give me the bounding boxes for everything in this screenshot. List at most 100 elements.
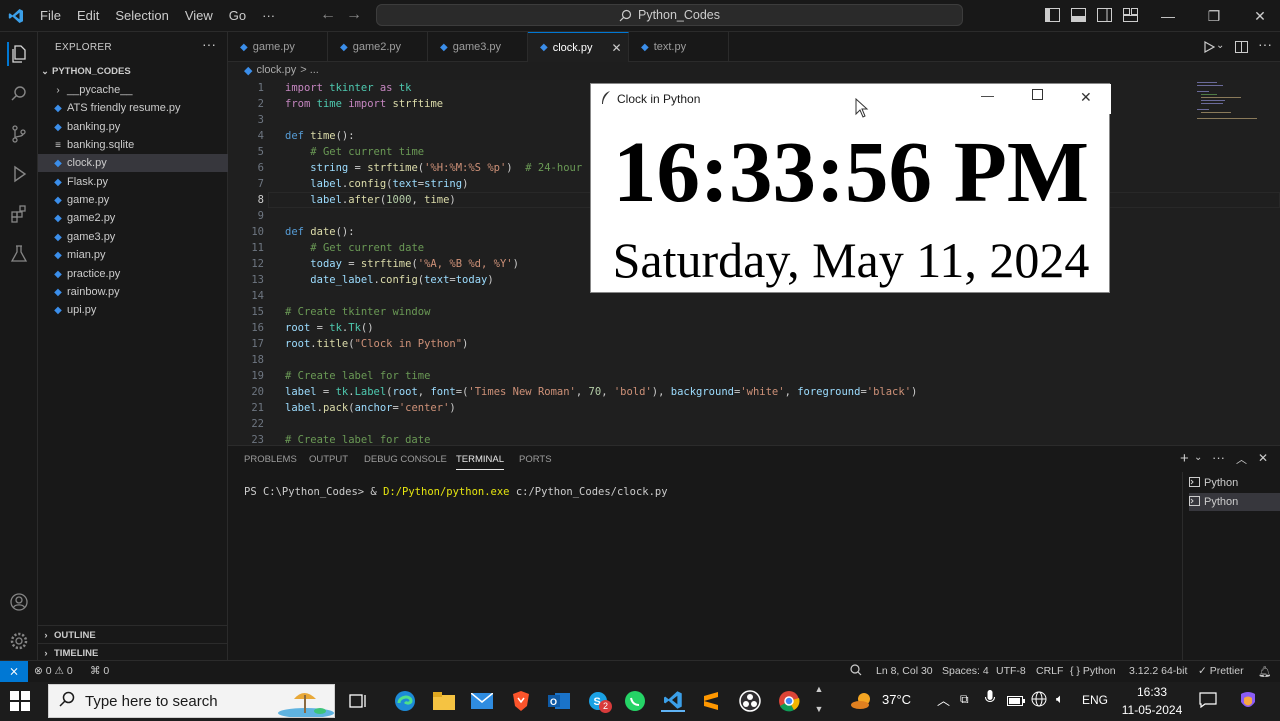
- testing-flask-icon[interactable]: [7, 242, 31, 266]
- menu-selection[interactable]: Selection: [107, 0, 176, 32]
- forward-arrow-icon[interactable]: →: [346, 6, 362, 24]
- line-ending[interactable]: CRLF: [1036, 665, 1063, 677]
- menu-view[interactable]: View: [177, 0, 221, 32]
- notifications-bell-icon[interactable]: 🔔︎: [1258, 665, 1271, 678]
- tab-clock-py[interactable]: ◆ clock.py ✕: [528, 32, 629, 62]
- list-item[interactable]: ◆ ATS friendly resume.py: [38, 99, 228, 117]
- list-item[interactable]: ◆ practice.py: [38, 265, 228, 283]
- copilot-icon[interactable]: [1237, 690, 1259, 717]
- chevron-up-icon[interactable]: ︿: [937, 690, 950, 709]
- clock-time[interactable]: 16:33: [1120, 685, 1184, 699]
- cursor-position[interactable]: Ln 8, Col 30: [876, 665, 933, 677]
- chevron-down-icon[interactable]: ⌄: [1194, 452, 1202, 463]
- folder-python-codes[interactable]: ⌄ PYTHON_CODES: [38, 62, 228, 81]
- tk-title-bar[interactable]: Clock in Python — ✕: [591, 84, 1111, 114]
- task-view-icon[interactable]: [347, 690, 371, 712]
- tk-clock-window[interactable]: Clock in Python — ✕ 16:33:56 PM Saturday…: [590, 83, 1111, 293]
- taskbar-search-box[interactable]: Type here to search: [48, 684, 335, 718]
- terminal-instance[interactable]: Python: [1189, 474, 1280, 492]
- terminal-output[interactable]: PS C:\Python_Codes> & D:/Python/python.e…: [244, 486, 668, 498]
- list-item[interactable]: ◆ upi.py: [38, 301, 228, 319]
- volume-icon[interactable]: 🔈︎: [1056, 691, 1064, 707]
- more-actions-icon[interactable]: ···: [202, 36, 216, 52]
- maximize-icon[interactable]: [1032, 89, 1043, 103]
- close-tab-icon[interactable]: ✕: [611, 41, 621, 55]
- toggle-panel-icon[interactable]: [1071, 8, 1086, 27]
- sublime-icon[interactable]: [699, 690, 723, 712]
- brave-browser-icon[interactable]: [509, 690, 533, 712]
- indentation[interactable]: Spaces: 4: [942, 665, 989, 677]
- run-file-icon[interactable]: [1203, 40, 1216, 58]
- back-arrow-icon[interactable]: ←: [320, 6, 336, 24]
- account-icon[interactable]: [7, 590, 31, 614]
- meet-now-icon[interactable]: ⧉: [960, 692, 969, 707]
- vscode-taskbar-icon[interactable]: [661, 690, 685, 712]
- tab-problems[interactable]: PROBLEMS: [244, 454, 297, 465]
- taskbar-scroll[interactable]: ▲ ▼: [812, 684, 826, 718]
- list-item[interactable]: › __pycache__: [38, 81, 228, 99]
- outline-section[interactable]: › OUTLINE: [38, 625, 228, 644]
- encoding[interactable]: UTF-8: [996, 665, 1026, 677]
- explorer-icon[interactable]: [7, 42, 31, 66]
- list-item-active[interactable]: ◆ clock.py: [38, 154, 228, 172]
- minimize-icon[interactable]: —: [981, 88, 994, 103]
- obs-studio-icon[interactable]: [738, 690, 762, 712]
- weather-temp[interactable]: 37°C: [882, 692, 911, 707]
- chrome-icon[interactable]: [777, 690, 801, 712]
- maximize-panel-icon[interactable]: ︿: [1236, 451, 1247, 467]
- tab-ports[interactable]: PORTS: [519, 454, 552, 465]
- problems-status[interactable]: ⊗ 0 ⚠ 0: [34, 665, 73, 677]
- breadcrumb[interactable]: ◆ clock.py > ...: [244, 64, 319, 77]
- list-item[interactable]: ◆ game.py: [38, 191, 228, 209]
- file-explorer-icon[interactable]: [432, 690, 456, 712]
- list-item[interactable]: ◆ rainbow.py: [38, 283, 228, 301]
- list-item[interactable]: ≡ banking.sqlite: [38, 136, 228, 154]
- minimize-icon[interactable]: —: [1145, 0, 1191, 32]
- menu-go[interactable]: Go: [221, 0, 254, 32]
- list-item[interactable]: ◆ banking.py: [38, 118, 228, 136]
- menu-edit[interactable]: Edit: [69, 0, 107, 32]
- close-icon[interactable]: ✕: [1237, 0, 1280, 32]
- mail-icon[interactable]: [470, 690, 494, 712]
- extensions-icon[interactable]: [7, 202, 31, 226]
- notifications-icon[interactable]: [1199, 692, 1217, 713]
- more-actions-icon[interactable]: ···: [1258, 36, 1272, 52]
- menu-more[interactable]: ···: [254, 0, 283, 32]
- toggle-primary-sidebar-icon[interactable]: [1045, 8, 1060, 27]
- tab-terminal[interactable]: TERMINAL: [456, 454, 505, 470]
- battery-icon[interactable]: [1007, 693, 1025, 711]
- terminal-instance-active[interactable]: Python: [1189, 493, 1280, 511]
- restore-icon[interactable]: ❐: [1191, 0, 1237, 32]
- split-editor-icon[interactable]: [1235, 40, 1248, 58]
- tab-game-py[interactable]: ◆ game.py: [228, 32, 328, 62]
- whatsapp-icon[interactable]: [623, 690, 647, 712]
- input-language[interactable]: ENG: [1082, 693, 1108, 707]
- windows-start-icon[interactable]: [10, 691, 30, 716]
- weather-icon[interactable]: [850, 690, 874, 712]
- chevron-down-icon[interactable]: ⌄: [1216, 40, 1224, 51]
- language-mode[interactable]: { } Python: [1070, 665, 1116, 677]
- tab-text-py[interactable]: ◆ text.py: [629, 32, 729, 62]
- close-icon[interactable]: ✕: [1080, 89, 1092, 106]
- search-icon[interactable]: [7, 82, 31, 106]
- microphone-icon[interactable]: [985, 690, 995, 711]
- new-terminal-icon[interactable]: +: [1180, 450, 1189, 467]
- python-interpreter[interactable]: 3.12.2 64-bit: [1129, 665, 1187, 677]
- network-globe-icon[interactable]: [1031, 691, 1047, 712]
- prettier-status[interactable]: ✓ Prettier: [1198, 665, 1244, 677]
- minimap[interactable]: [1195, 80, 1265, 125]
- menu-file[interactable]: File: [32, 0, 69, 32]
- command-center-search[interactable]: Python_Codes: [376, 4, 963, 26]
- list-item[interactable]: ◆ mian.py: [38, 246, 228, 264]
- source-control-icon[interactable]: [7, 122, 31, 146]
- more-actions-icon[interactable]: ···: [1212, 450, 1225, 465]
- ports-status[interactable]: ⌘ 0: [90, 665, 109, 677]
- run-debug-icon[interactable]: [7, 162, 31, 186]
- tab-game2-py[interactable]: ◆ game2.py: [328, 32, 428, 62]
- list-item[interactable]: ◆ game3.py: [38, 228, 228, 246]
- tab-output[interactable]: OUTPUT: [309, 454, 348, 465]
- settings-gear-icon[interactable]: [7, 629, 31, 653]
- tab-debug-console[interactable]: DEBUG CONSOLE: [364, 454, 447, 465]
- list-item[interactable]: ◆ Flask.py: [38, 173, 228, 191]
- remote-indicator-icon[interactable]: ⨯: [0, 661, 28, 683]
